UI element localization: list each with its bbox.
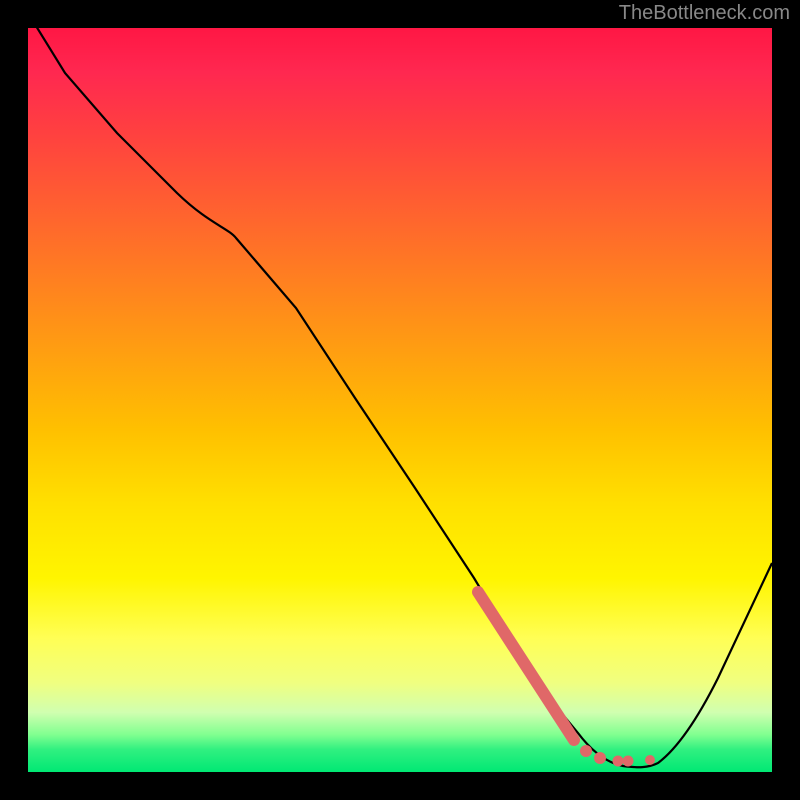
chart-svg — [28, 28, 772, 772]
chart-container: TheBottleneck.com — [0, 0, 800, 800]
bottleneck-curve-line — [28, 28, 772, 767]
watermark-text: TheBottleneck.com — [619, 2, 790, 25]
highlighted-segment — [478, 592, 655, 767]
